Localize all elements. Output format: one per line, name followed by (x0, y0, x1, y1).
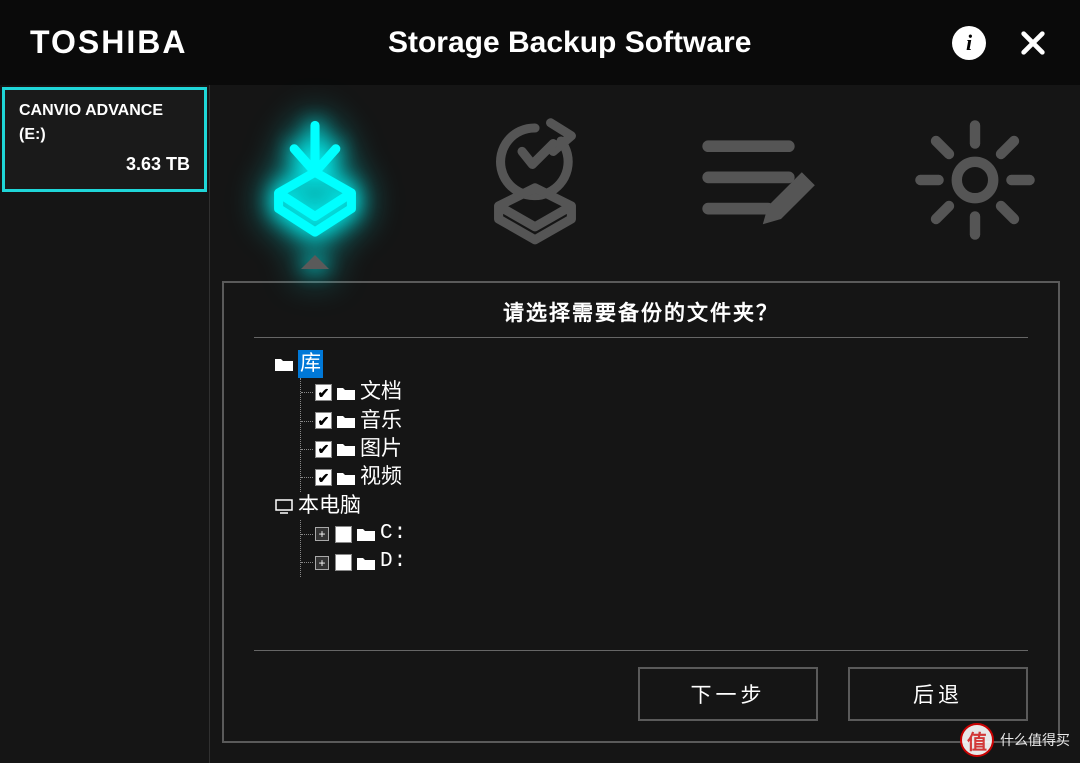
folder-icon (336, 441, 356, 457)
tree-node-videos[interactable]: 视频 (301, 463, 1028, 491)
tab-edit-plan[interactable] (690, 115, 820, 245)
folder-icon (356, 526, 376, 542)
tab-backup[interactable] (250, 115, 380, 245)
watermark-badge-icon: 值 (960, 723, 994, 757)
sidebar: CANVIO ADVANCE (E:) 3.63 TB (0, 85, 210, 763)
tab-bar (210, 85, 1080, 265)
tab-settings[interactable] (910, 115, 1040, 245)
tree-label: 音乐 (360, 407, 402, 435)
next-button[interactable]: 下一步 (638, 667, 818, 721)
brand-logo: TOSHIBA (30, 24, 187, 61)
watermark-text: 什么值得买 (1000, 730, 1070, 750)
tree-node-documents[interactable]: 文档 (301, 378, 1028, 406)
drive-name: CANVIO ADVANCE (19, 102, 190, 120)
tree-label: C: (380, 520, 407, 548)
checkbox[interactable] (335, 526, 352, 543)
panel-title: 请选择需要备份的文件夹？ (254, 297, 1028, 337)
tree-label: 文档 (360, 378, 402, 406)
checkbox[interactable] (315, 412, 332, 429)
tree-node-pictures[interactable]: 图片 (301, 435, 1028, 463)
edit-plan-icon (690, 115, 820, 245)
panel-footer: 下一步 后退 (254, 650, 1028, 721)
drive-size: 3.63 TB (19, 154, 190, 175)
folder-icon (336, 413, 356, 429)
tree-label-library: 库 (298, 350, 323, 378)
tab-indicator-icon (301, 255, 329, 269)
backup-icon (250, 115, 380, 245)
app-header: TOSHIBA Storage Backup Software i (0, 0, 1080, 85)
tree-label-computer: 本电脑 (298, 492, 361, 520)
tab-restore[interactable] (470, 115, 600, 245)
watermark: 值 什么值得买 (960, 723, 1070, 757)
tree-node-music[interactable]: 音乐 (301, 407, 1028, 435)
close-button[interactable] (1016, 26, 1050, 60)
checkbox[interactable] (315, 441, 332, 458)
checkbox[interactable] (335, 554, 352, 571)
tree-label: 图片 (360, 435, 402, 463)
folder-icon (336, 385, 356, 401)
expand-icon[interactable]: + (315, 556, 329, 570)
drive-letter: (E:) (19, 126, 190, 144)
checkbox[interactable] (315, 469, 332, 486)
folder-icon (336, 470, 356, 486)
close-icon (1019, 29, 1047, 57)
folder-icon (356, 555, 376, 571)
drive-card[interactable]: CANVIO ADVANCE (E:) 3.63 TB (2, 87, 207, 192)
restore-icon (470, 115, 600, 245)
tree-node-drive-c[interactable]: + C: (301, 520, 1028, 548)
folder-tree: 库 文档 音乐 图片 (254, 350, 1028, 650)
content-panel: 请选择需要备份的文件夹？ 库 文档 音 (222, 281, 1060, 743)
settings-icon (910, 115, 1040, 245)
app-title: Storage Backup Software (187, 26, 952, 60)
tree-label: 视频 (360, 463, 402, 491)
checkbox[interactable] (315, 384, 332, 401)
back-button[interactable]: 后退 (848, 667, 1028, 721)
divider (254, 337, 1028, 338)
info-button[interactable]: i (952, 26, 986, 60)
tree-label: D: (380, 548, 407, 576)
expand-icon[interactable]: + (315, 527, 329, 541)
tree-node-drive-d[interactable]: + D: (301, 548, 1028, 576)
tree-node-computer[interactable]: 本电脑 (274, 492, 1028, 520)
tree-node-library[interactable]: 库 (274, 350, 1028, 378)
folder-icon (274, 356, 294, 372)
main-area: 请选择需要备份的文件夹？ 库 文档 音 (210, 85, 1080, 763)
computer-icon (274, 498, 294, 514)
